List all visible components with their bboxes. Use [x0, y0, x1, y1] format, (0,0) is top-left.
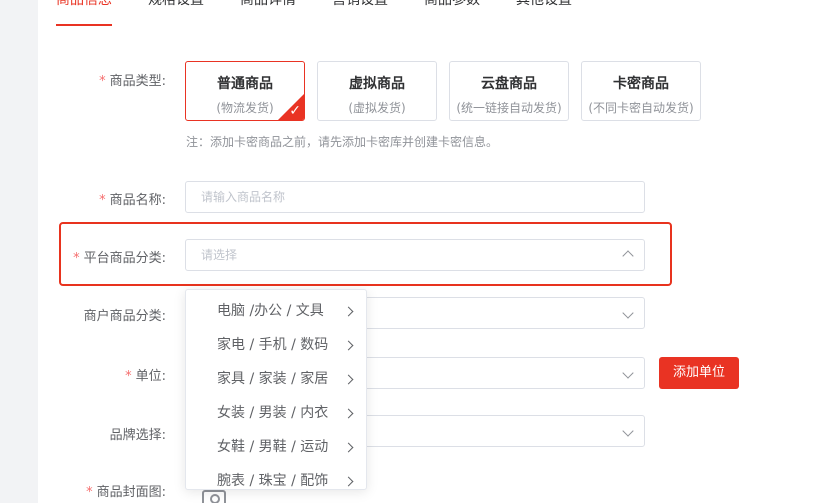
required-mark: *	[99, 74, 106, 89]
platform-category-label-text: 平台商品分类:	[83, 251, 166, 266]
product-type-label: * 商品类型:	[0, 70, 166, 89]
unit-label: * 单位:	[0, 365, 166, 384]
type-card-title: 虚拟商品	[349, 76, 405, 92]
type-card-cloud[interactable]: 云盘商品 (统一链接自动发货)	[449, 61, 569, 121]
dropdown-item[interactable]: 电脑 /办公 / 文具	[186, 294, 366, 328]
brand-label-text: 品牌选择:	[109, 428, 166, 443]
required-mark: *	[125, 369, 132, 384]
dropdown-item[interactable]: 女装 / 男装 / 内衣	[186, 396, 366, 430]
dropdown-item-label: 女鞋 / 男鞋 / 运动	[217, 439, 329, 455]
dropdown-item-label: 电脑 /办公 / 文具	[217, 303, 324, 319]
chevron-right-icon	[343, 430, 354, 464]
brand-label: 品牌选择:	[0, 424, 166, 443]
tab-marketing-settings[interactable]: 营销设置	[332, 0, 388, 26]
required-mark: *	[99, 193, 106, 208]
type-card-virtual[interactable]: 虚拟商品 (虚拟发货)	[317, 61, 437, 121]
tab-other-settings[interactable]: 其他设置	[516, 0, 572, 26]
required-mark: *	[86, 485, 93, 500]
tab-product-info[interactable]: 商品信息	[56, 0, 112, 26]
product-name-label: * 商品名称:	[0, 189, 166, 208]
required-mark: *	[73, 251, 80, 266]
chevron-right-icon	[343, 464, 354, 498]
product-name-input[interactable]: 请输入商品名称	[185, 181, 645, 213]
chevron-right-icon	[343, 362, 354, 396]
cover-image-label: * 商品封面图:	[0, 481, 166, 500]
tab-spec-settings[interactable]: 规格设置	[148, 0, 204, 26]
merchant-category-label: 商户商品分类:	[0, 305, 166, 324]
unit-label-text: 单位:	[135, 369, 166, 384]
chevron-down-icon	[622, 416, 634, 446]
tab-product-details[interactable]: 商品详情	[240, 0, 296, 26]
category-dropdown: 电脑 /办公 / 文具 家电 / 手机 / 数码 家具 / 家装 / 家居 女装…	[185, 289, 367, 490]
tab-product-params[interactable]: 商品参数	[424, 0, 480, 26]
dropdown-item-label: 女装 / 男装 / 内衣	[217, 405, 329, 421]
dropdown-item[interactable]: 家具 / 家装 / 家居	[186, 362, 366, 396]
platform-category-placeholder: 请选择	[201, 248, 238, 262]
type-card-title: 普通商品	[217, 76, 273, 92]
type-card-card-key[interactable]: 卡密商品 (不同卡密自动发货)	[581, 61, 701, 121]
type-card-normal[interactable]: 普通商品 (物流发货) ✓	[185, 61, 305, 121]
type-card-sub: (不同卡密自动发货)	[588, 101, 694, 115]
dropdown-item[interactable]: 家电 / 手机 / 数码	[186, 328, 366, 362]
dropdown-item[interactable]: 腕表 / 珠宝 / 配饰	[186, 464, 366, 498]
product-name-label-text: 商品名称:	[109, 193, 166, 208]
type-card-sub: (虚拟发货)	[348, 101, 406, 115]
dropdown-item-label: 家具 / 家装 / 家居	[217, 371, 329, 387]
type-card-title: 云盘商品	[481, 76, 537, 92]
type-card-title: 卡密商品	[613, 76, 669, 92]
chevron-down-icon	[622, 298, 634, 328]
dropdown-item-label: 腕表 / 珠宝 / 配饰	[217, 473, 329, 489]
product-name-placeholder: 请输入商品名称	[201, 190, 286, 204]
product-type-label-text: 商品类型:	[109, 74, 166, 89]
chevron-up-icon	[622, 240, 634, 271]
chevron-right-icon	[343, 328, 354, 362]
chevron-right-icon	[343, 396, 354, 430]
chevron-right-icon	[343, 294, 354, 328]
add-unit-button[interactable]: 添加单位	[659, 357, 739, 389]
type-card-sub: (统一链接自动发货)	[456, 101, 562, 115]
type-note: 注：添加卡密商品之前，请先添加卡密库并创建卡密信息。	[186, 135, 499, 149]
tab-bar: 商品信息 规格设置 商品详情 营销设置 商品参数 其他设置	[56, 0, 608, 28]
chevron-down-icon	[622, 358, 634, 388]
platform-category-select[interactable]: 请选择	[185, 239, 645, 271]
merchant-category-label-text: 商户商品分类:	[83, 309, 166, 324]
cover-image-label-text: 商品封面图:	[96, 485, 166, 500]
dropdown-item-label: 家电 / 手机 / 数码	[217, 337, 329, 353]
dropdown-item[interactable]: 女鞋 / 男鞋 / 运动	[186, 430, 366, 464]
platform-category-label: * 平台商品分类:	[0, 247, 166, 266]
checkmark-icon: ✓	[289, 103, 301, 119]
